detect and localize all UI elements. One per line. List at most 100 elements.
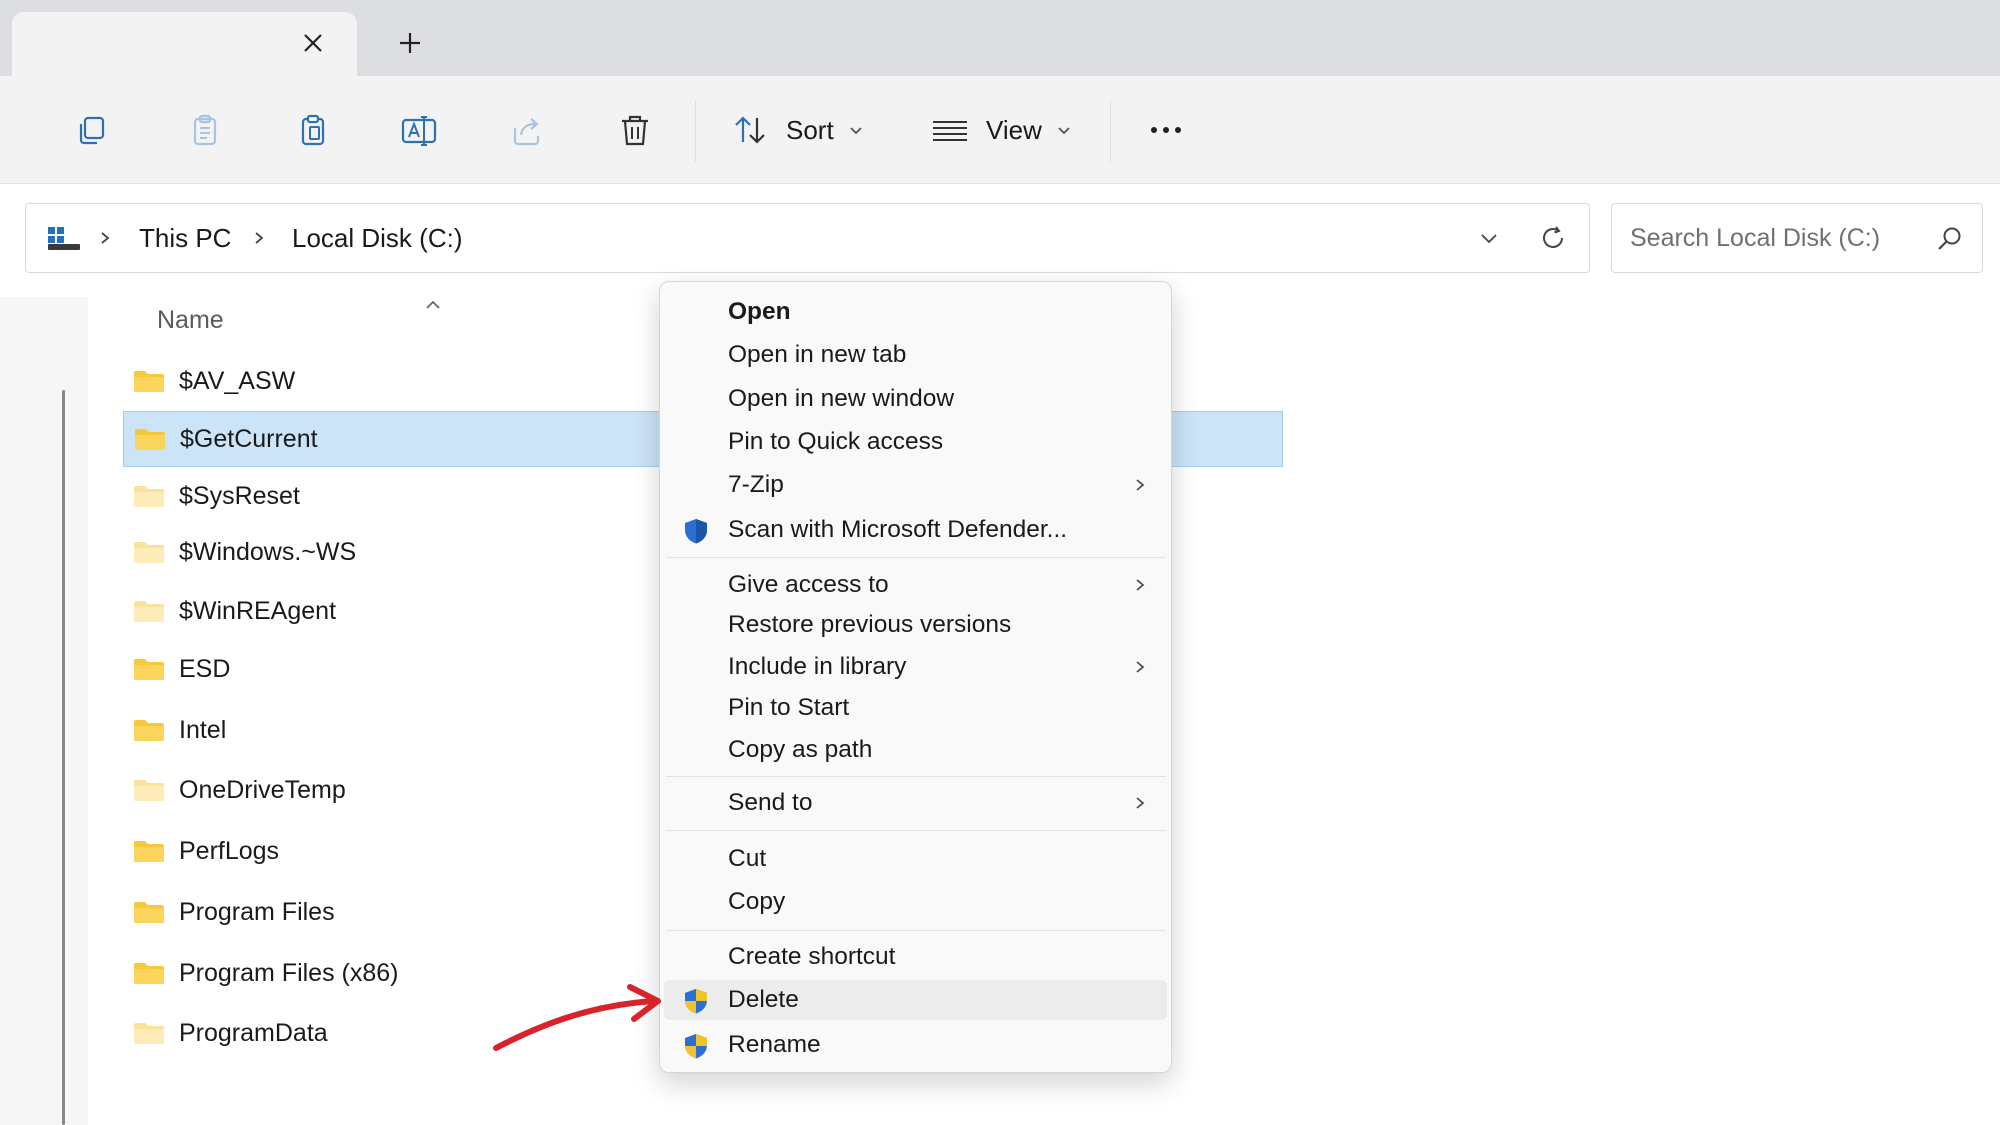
chevron-right-icon: [1136, 797, 1145, 809]
paste-disabled-icon: [193, 114, 217, 146]
file-name: $Windows.~WS: [179, 537, 357, 566]
search-input[interactable]: Search Local Disk (C:): [1611, 203, 1983, 273]
menu-item-7zip[interactable]: 7-Zip: [664, 465, 1167, 505]
address-bar[interactable]: This PC Local Disk (C:): [25, 203, 1590, 273]
sort-arrows-icon: [735, 116, 765, 144]
file-name: Program Files: [179, 897, 335, 926]
search-icon[interactable]: [1936, 225, 1964, 253]
file-name: Intel: [179, 715, 227, 744]
menu-item-open-new-window[interactable]: Open in new window: [664, 379, 1167, 419]
navigation-pane: [0, 297, 88, 1125]
chevron-right-icon: [101, 232, 110, 244]
chevron-down-icon: [850, 127, 862, 135]
sort-ascending-icon: [426, 300, 440, 309]
menu-separator: [666, 930, 1166, 931]
breadcrumb-separator[interactable]: [252, 204, 266, 272]
menu-item-scan-defender[interactable]: Scan with Microsoft Defender...: [664, 510, 1167, 550]
uac-shield-icon: [685, 1034, 707, 1059]
cut-button[interactable]: [185, 106, 225, 154]
menu-item-label: Send to: [728, 789, 813, 816]
search-placeholder: Search Local Disk (C:): [1630, 224, 1881, 252]
copy-icon: [79, 116, 105, 145]
close-tab-icon[interactable]: [298, 28, 328, 58]
breadcrumb-local-disk[interactable]: Local Disk (C:): [292, 204, 462, 272]
menu-item-delete[interactable]: Delete: [664, 980, 1167, 1020]
drive-icon: [48, 227, 80, 250]
folder-icon: [134, 902, 164, 923]
menu-item-label: Rename: [728, 1031, 821, 1058]
tab-strip: [0, 0, 2000, 76]
menu-item-label: Open: [728, 298, 791, 325]
menu-item-pin-start[interactable]: Pin to Start: [664, 688, 1167, 728]
defender-shield-icon: [685, 519, 707, 544]
delete-button[interactable]: [615, 106, 655, 154]
share-icon: [513, 118, 540, 146]
file-name: $WinREAgent: [179, 596, 337, 625]
folder-light-icon: [134, 1023, 164, 1044]
sort-label: Sort: [786, 114, 834, 145]
see-more-button[interactable]: [1146, 106, 1186, 154]
menu-item-label: Copy as path: [728, 736, 873, 763]
menu-item-copy[interactable]: Copy: [664, 882, 1167, 922]
menu-item-pin-quick-access[interactable]: Pin to Quick access: [664, 422, 1167, 462]
column-header-name[interactable]: Name: [157, 306, 224, 335]
menu-item-cut[interactable]: Cut: [664, 839, 1167, 879]
menu-item-create-shortcut[interactable]: Create shortcut: [664, 937, 1167, 977]
folder-light-icon: [134, 601, 164, 622]
file-name: OneDriveTemp: [179, 775, 346, 804]
folder-icon: [134, 841, 164, 862]
file-name: $AV_ASW: [179, 366, 296, 395]
menu-item-label: 7-Zip: [728, 471, 784, 498]
menu-item-open[interactable]: Open: [664, 292, 1167, 332]
folder-icon: [135, 429, 165, 450]
menu-item-include-library[interactable]: Include in library: [664, 647, 1167, 687]
breadcrumb-separator[interactable]: [98, 204, 112, 272]
file-name: PerfLogs: [179, 836, 280, 865]
context-menu: Open Open in new tab Open in new window …: [659, 281, 1172, 1073]
drive-icon-button[interactable]: [46, 204, 82, 272]
refresh-button[interactable]: [1538, 204, 1568, 272]
navigation-scrollbar[interactable]: [62, 390, 65, 1125]
address-history-button[interactable]: [1478, 204, 1500, 272]
menu-item-restore-versions[interactable]: Restore previous versions: [664, 605, 1167, 645]
menu-item-label: Restore previous versions: [728, 611, 1012, 638]
rename-icon: [401, 116, 437, 146]
file-name: $SysReset: [179, 481, 300, 510]
breadcrumb-this-pc[interactable]: This PC: [139, 204, 231, 272]
menu-item-label: Create shortcut: [728, 943, 896, 970]
file-name: ESD: [179, 654, 231, 683]
chevron-right-icon: [1136, 479, 1145, 491]
menu-item-label: Give access to: [728, 571, 889, 598]
menu-item-label: Delete: [728, 986, 799, 1013]
menu-item-label: Open in new tab: [728, 341, 907, 368]
view-button[interactable]: View: [930, 106, 1072, 154]
view-list-icon: [933, 121, 967, 141]
rename-button[interactable]: [399, 106, 439, 154]
file-name: Program Files (x86): [179, 958, 399, 987]
share-button[interactable]: [507, 106, 547, 154]
trash-icon: [622, 115, 648, 146]
more-dots-icon: [1151, 127, 1181, 133]
menu-separator: [666, 557, 1166, 558]
menu-item-label: Include in library: [728, 653, 907, 680]
paste-button[interactable]: [293, 106, 333, 154]
menu-item-open-new-tab[interactable]: Open in new tab: [664, 335, 1167, 375]
sort-button[interactable]: Sort: [730, 106, 864, 154]
menu-item-copy-path[interactable]: Copy as path: [664, 730, 1167, 770]
copy-button[interactable]: [72, 106, 112, 154]
toolbar-divider: [695, 100, 696, 162]
menu-item-label: Pin to Quick access: [728, 428, 944, 455]
folder-light-icon: [134, 780, 164, 801]
command-bar: Sort View: [0, 76, 2000, 184]
menu-item-send-to[interactable]: Send to: [664, 783, 1167, 823]
chevron-down-icon: [1481, 234, 1497, 244]
menu-item-give-access[interactable]: Give access to: [664, 565, 1167, 605]
refresh-icon: [1543, 226, 1563, 248]
folder-light-icon: [134, 486, 164, 507]
menu-item-rename[interactable]: Rename: [664, 1025, 1167, 1065]
toolbar-divider: [1110, 100, 1111, 162]
new-tab-plus-icon[interactable]: [395, 28, 425, 58]
paste-icon: [301, 114, 325, 146]
menu-separator: [666, 776, 1166, 777]
menu-item-label: Scan with Microsoft Defender...: [728, 516, 1068, 543]
